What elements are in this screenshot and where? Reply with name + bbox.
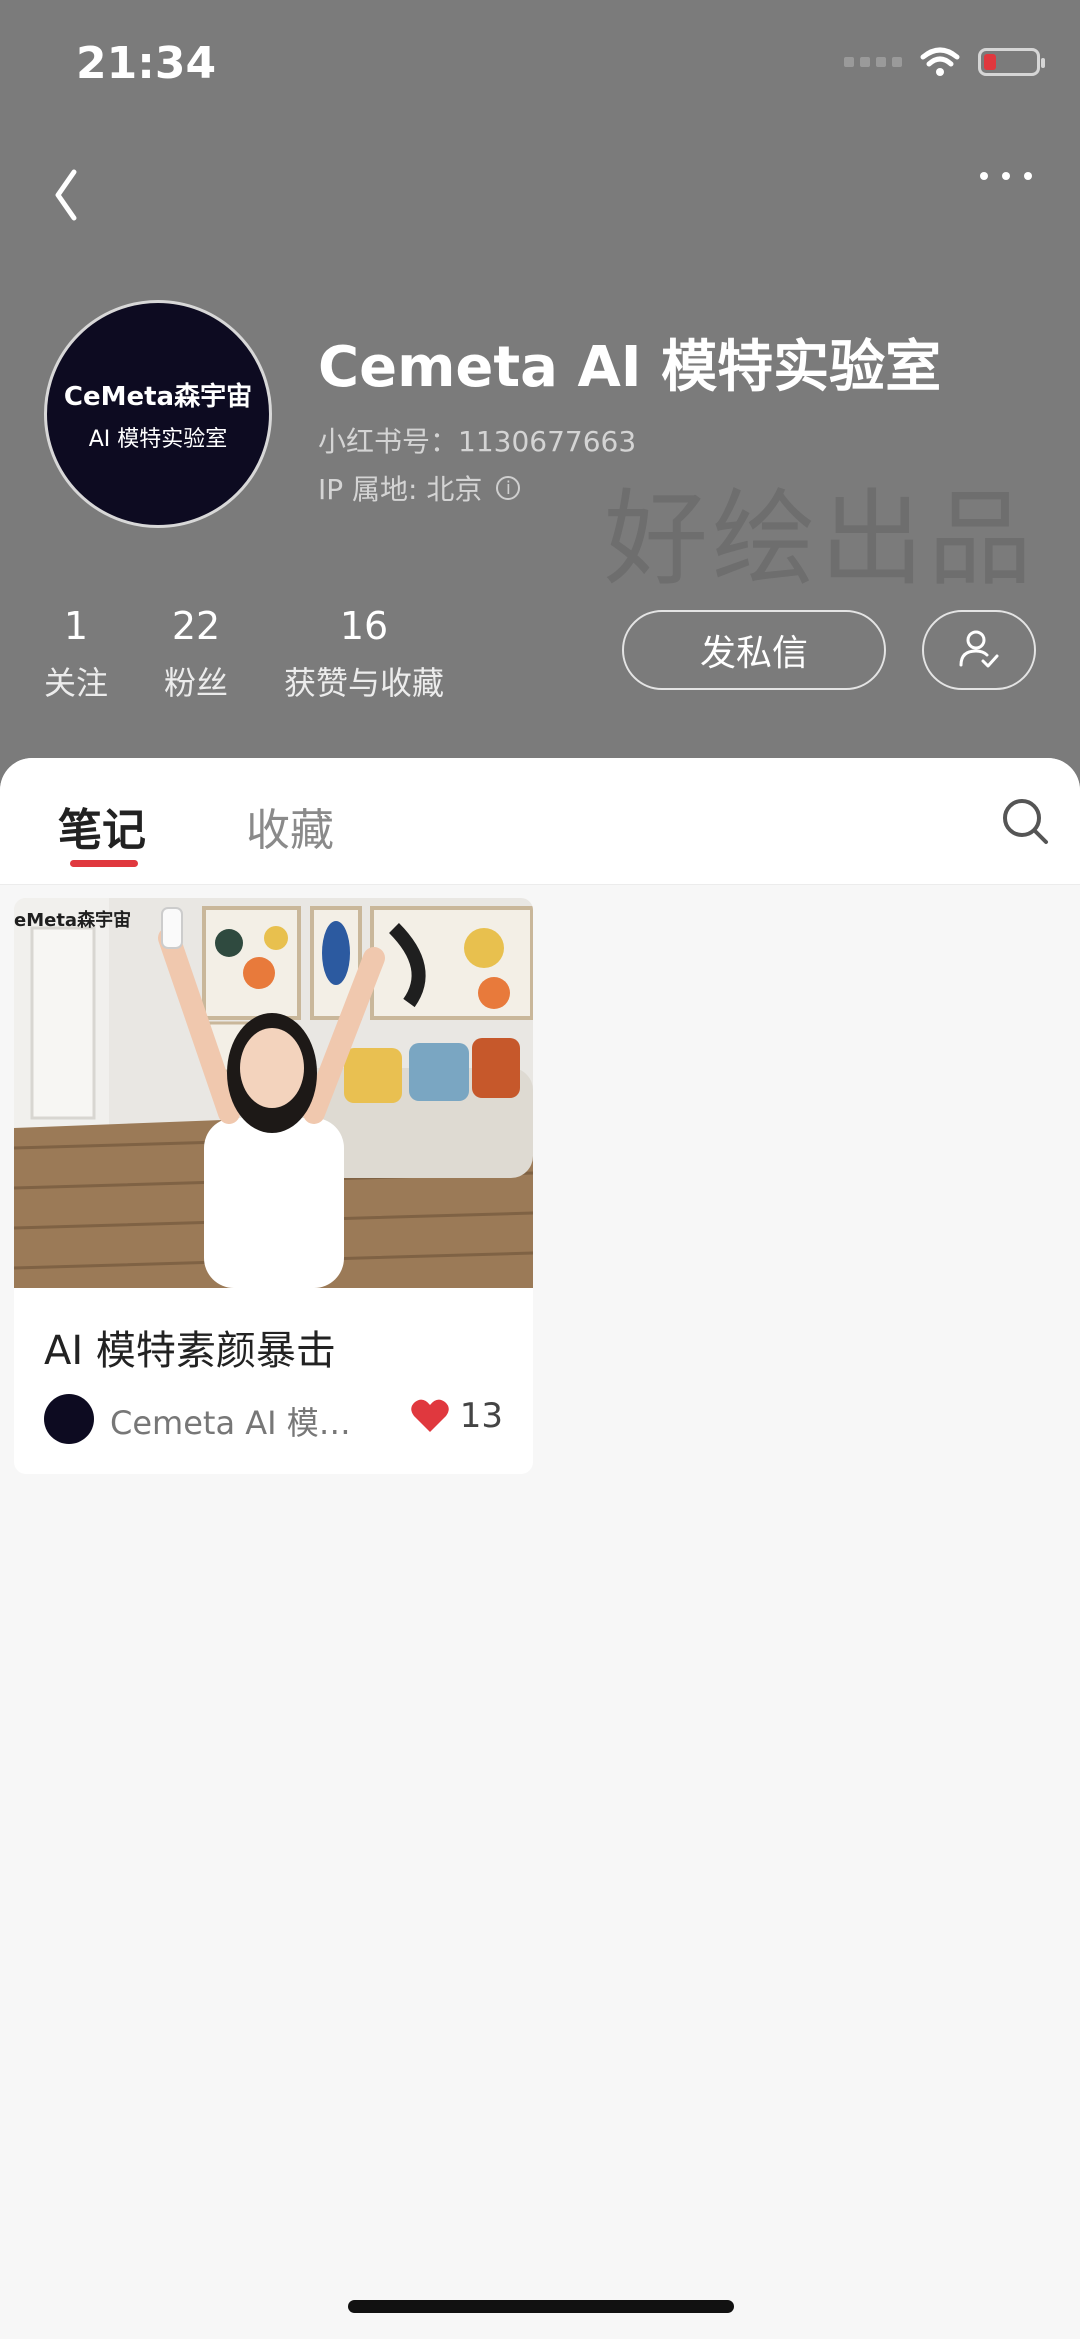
- tab-bar: 笔记 收藏: [0, 758, 1080, 885]
- stat-value: 1: [63, 604, 89, 648]
- stat-following[interactable]: 1 关注: [44, 604, 108, 704]
- stat-likes-favorites[interactable]: 16 获赞与收藏: [284, 604, 444, 704]
- profile-ip-location: IP 属地: 北京 i: [318, 468, 521, 508]
- note-title: AI 模特素颜暴击: [44, 1328, 336, 1374]
- stat-value: 22: [171, 604, 221, 648]
- note-author[interactable]: Cemeta AI 模特...: [110, 1398, 380, 1444]
- status-time: 21:34: [76, 38, 217, 89]
- note-author-avatar[interactable]: [44, 1394, 94, 1444]
- wifi-icon: [920, 47, 960, 76]
- stat-label: 获赞与收藏: [284, 664, 445, 702]
- stat-label: 关注: [44, 664, 109, 702]
- info-icon[interactable]: i: [496, 476, 521, 500]
- follow-status-icon: [959, 630, 999, 668]
- avatar-brand-text: CeMeta森宇宙: [63, 381, 253, 412]
- note-card[interactable]: eMeta森宇宙 AI 模特素颜暴击 Cemeta AI 模特... 13: [14, 898, 533, 1474]
- watermark: 好绘出品: [604, 478, 1037, 600]
- search-icon[interactable]: [998, 794, 1052, 848]
- avatar[interactable]: CeMeta森宇宙 AI 模特实验室: [44, 300, 272, 528]
- stat-value: 16: [339, 604, 389, 648]
- like-count: 13: [459, 1396, 503, 1436]
- profile-name: Cemeta AI 模特实验室: [318, 335, 942, 400]
- follow-status-button[interactable]: [922, 610, 1036, 690]
- content-area: 笔记 收藏 eMeta森宇宙 AI 模特素颜暴击 Cemeta AI 模特...…: [0, 758, 1080, 2339]
- ip-location-text: IP 属地: 北京: [318, 473, 483, 506]
- status-icons: [844, 46, 1045, 78]
- active-tab-indicator: [70, 860, 138, 867]
- heart-icon: [410, 1399, 449, 1432]
- profile-header: 21:34 CeMeta森宇宙 AI 模特实验室 Cemeta AI 模特实验室…: [0, 0, 1080, 800]
- back-icon[interactable]: [48, 160, 108, 230]
- like-button[interactable]: 13: [410, 1396, 503, 1436]
- tab-favorites[interactable]: 收藏: [246, 794, 334, 858]
- tab-notes[interactable]: 笔记: [58, 794, 146, 858]
- signal-icon: [844, 57, 902, 67]
- stat-label: 粉丝: [164, 664, 229, 702]
- message-button[interactable]: 发私信: [622, 610, 886, 690]
- profile-id: 小红书号：1130677663: [318, 425, 637, 458]
- avatar-subtitle-text: AI 模特实验室: [88, 426, 228, 452]
- battery-icon: [978, 48, 1045, 76]
- note-cover-image: eMeta森宇宙: [14, 898, 533, 1288]
- stat-followers[interactable]: 22 粉丝: [164, 604, 228, 704]
- home-indicator[interactable]: [348, 2300, 734, 2313]
- more-icon[interactable]: [980, 172, 1032, 180]
- image-watermark-text: eMeta森宇宙: [14, 909, 131, 931]
